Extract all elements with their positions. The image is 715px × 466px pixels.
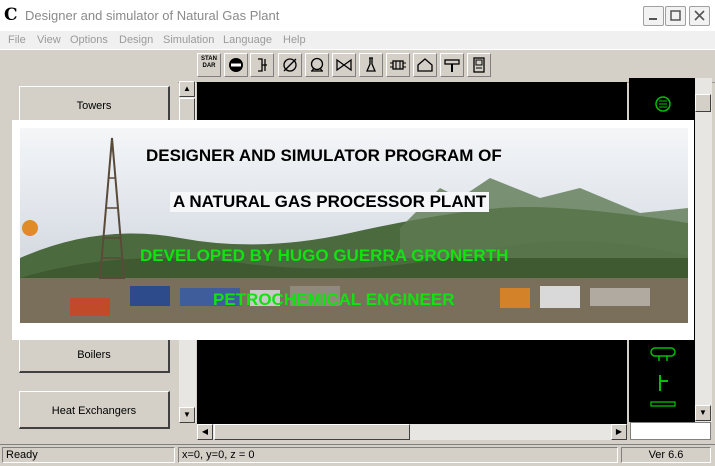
- menu-help[interactable]: Help: [283, 32, 306, 48]
- valve-icon: [336, 58, 352, 72]
- diameter-icon: [283, 58, 297, 72]
- no-entry-button[interactable]: [224, 53, 248, 77]
- status-version: Ver 6.6: [621, 447, 711, 463]
- hammer-icon: [444, 59, 460, 72]
- banner-line-3: DEVELOPED BY HUGO GUERRA GRONERTH: [140, 246, 509, 265]
- scroll-right-button[interactable]: ▶: [611, 424, 627, 440]
- menu-options[interactable]: Options: [70, 32, 108, 48]
- toolbar: STAN DAR: [0, 49, 715, 83]
- close-button[interactable]: [689, 6, 710, 26]
- palette-scrollbar[interactable]: ▼: [695, 78, 712, 422]
- menu-design[interactable]: Design: [119, 32, 153, 48]
- maximize-icon: [670, 10, 681, 21]
- menu-view[interactable]: View: [37, 32, 61, 48]
- status-bar: Ready x=0, y=0, z = 0 Ver 6.6: [0, 444, 715, 466]
- palette-circle-icon[interactable]: [653, 94, 673, 114]
- heat-exchangers-button[interactable]: Heat Exchangers: [19, 391, 170, 429]
- app-icon: C: [4, 5, 18, 25]
- scroll-left-button[interactable]: ◀: [197, 424, 213, 440]
- window-title: Designer and simulator of Natural Gas Pl…: [25, 8, 280, 23]
- title-bar[interactable]: C Designer and simulator of Natural Gas …: [0, 0, 715, 32]
- towers-button[interactable]: Towers: [19, 86, 170, 124]
- banner-line-2: A NATURAL GAS PROCESSOR PLANT: [170, 192, 490, 212]
- standard-label: STAN DAR: [201, 56, 217, 69]
- flask-button[interactable]: [359, 53, 383, 77]
- valve-button[interactable]: [332, 53, 356, 77]
- palette-pipe-icon[interactable]: [655, 373, 671, 393]
- maximize-button[interactable]: [665, 6, 686, 26]
- palette-input[interactable]: [630, 422, 711, 440]
- menu-language[interactable]: Language: [223, 32, 272, 48]
- palette-tank-icon[interactable]: [649, 346, 677, 364]
- pump-button[interactable]: [305, 53, 329, 77]
- heat-exchanger-icon: [390, 60, 406, 70]
- banner-line-4: PETROCHEMICAL ENGINEER: [213, 290, 455, 309]
- standard-button[interactable]: STAN DAR: [197, 53, 221, 77]
- no-entry-icon: [229, 58, 243, 72]
- palette-scroll-down-button[interactable]: ▼: [695, 405, 711, 421]
- minimize-button[interactable]: [643, 6, 664, 26]
- status-state: Ready: [2, 447, 175, 463]
- close-icon: [694, 10, 705, 21]
- boilers-button[interactable]: Boilers: [19, 335, 170, 373]
- palette-scroll-thumb[interactable]: [695, 94, 711, 112]
- hammer-button[interactable]: [440, 53, 464, 77]
- diameter-button[interactable]: [278, 53, 302, 77]
- house-icon: [417, 58, 433, 72]
- status-coordinates: x=0, y=0, z = 0: [178, 447, 618, 463]
- hscroll-thumb[interactable]: [214, 424, 410, 440]
- flask-icon: [366, 57, 376, 72]
- canvas-hscrollbar[interactable]: ◀ ▶: [197, 424, 627, 440]
- pump-icon: [310, 57, 324, 72]
- panel-button[interactable]: [467, 53, 491, 77]
- vessel-bracket-icon: [258, 58, 267, 72]
- house-button[interactable]: [413, 53, 437, 77]
- banner-line-1: DESIGNER AND SIMULATOR PROGRAM OF: [146, 146, 502, 165]
- vessel-bracket-button[interactable]: [250, 53, 274, 77]
- menu-simulation[interactable]: Simulation: [163, 32, 214, 48]
- palette-exchanger-icon[interactable]: [649, 399, 677, 409]
- menu-file[interactable]: File: [8, 32, 26, 48]
- heat-exchanger-button[interactable]: [386, 53, 410, 77]
- scroll-up-button[interactable]: ▲: [179, 81, 195, 97]
- minimize-icon: [649, 18, 657, 20]
- panel-icon: [473, 57, 485, 73]
- scroll-down-button[interactable]: ▼: [179, 407, 195, 423]
- menu-bar: File View Options Design Simulation Lang…: [0, 31, 715, 49]
